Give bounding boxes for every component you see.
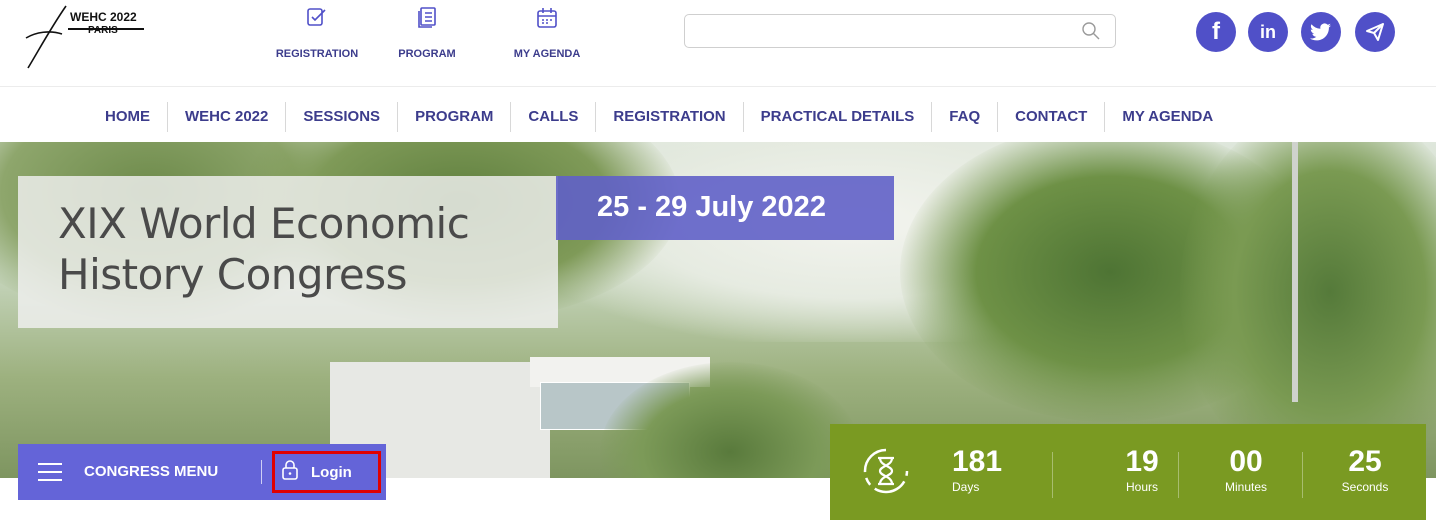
- quick-link-program-label: PROGRAM: [398, 48, 456, 60]
- countdown-seconds: 25 Seconds: [1320, 446, 1410, 496]
- nav-practical-details[interactable]: PRACTICAL DETAILS: [744, 102, 933, 132]
- search-box[interactable]: [684, 14, 1116, 48]
- countdown-hours: 19 Hours: [1092, 446, 1192, 496]
- program-icon: [417, 0, 437, 36]
- countdown-days: 181 Days: [952, 446, 1052, 496]
- countdown-minutes: 00 Minutes: [1196, 446, 1296, 496]
- countdown-minutes-label: Minutes: [1224, 480, 1268, 494]
- lock-icon: [281, 459, 299, 485]
- quick-link-my-agenda[interactable]: MY AGENDA: [502, 0, 592, 60]
- hero-title: XIX World Economic History Congress: [58, 198, 470, 300]
- countdown-minutes-value: 00: [1229, 445, 1263, 478]
- quick-link-my-agenda-label: MY AGENDA: [513, 48, 581, 60]
- header-divider: [0, 86, 1436, 87]
- nav-calls[interactable]: CALLS: [511, 102, 597, 132]
- logo-title: WEHC 2022: [70, 10, 137, 24]
- quick-link-registration[interactable]: REGISTRATION: [272, 0, 362, 60]
- search-icon[interactable]: [1081, 21, 1101, 46]
- countdown-seconds-label: Seconds: [1341, 480, 1389, 494]
- countdown-hours-label: Hours: [1125, 480, 1158, 494]
- countdown-seconds-value: 25: [1348, 445, 1382, 478]
- countdown-panel: 181 Days 19 Hours 00 Minutes 25 Seconds: [830, 424, 1426, 520]
- countdown-days-label: Days: [952, 480, 980, 494]
- congress-menu-bar: CONGRESS MENU Login: [18, 444, 386, 500]
- nav-faq[interactable]: FAQ: [932, 102, 999, 132]
- hero-title-line-1: XIX World Economic: [58, 199, 470, 248]
- wehc-logo[interactable]: WEHC 2022 PARIS: [22, 4, 172, 70]
- linkedin-icon[interactable]: in: [1248, 12, 1288, 52]
- nav-my-agenda[interactable]: MY AGENDA: [1105, 102, 1230, 132]
- quick-link-program[interactable]: PROGRAM: [392, 0, 462, 60]
- hamburger-menu-icon[interactable]: [38, 463, 62, 481]
- quick-link-registration-label: REGISTRATION: [275, 48, 359, 60]
- nav-registration[interactable]: REGISTRATION: [596, 102, 744, 132]
- bar-separator: [261, 460, 262, 484]
- event-dates: 25 - 29 July 2022: [597, 191, 826, 223]
- login-label: Login: [311, 463, 352, 481]
- twitter-icon[interactable]: [1301, 12, 1341, 52]
- search-input[interactable]: [695, 19, 1075, 43]
- hero-title-line-2: History Congress: [58, 250, 408, 299]
- nav-sessions[interactable]: SESSIONS: [286, 102, 399, 132]
- nav-program[interactable]: PROGRAM: [398, 102, 512, 132]
- hero-title-box: XIX World Economic History Congress: [18, 176, 558, 328]
- hourglass-timer-icon: [858, 446, 914, 501]
- facebook-icon[interactable]: f: [1196, 12, 1236, 52]
- countdown-days-value: 181: [952, 445, 1003, 478]
- congress-menu-button[interactable]: CONGRESS MENU: [84, 463, 218, 480]
- registration-icon: [306, 0, 328, 36]
- page: WEHC 2022 PARIS REGISTRATION PROGRAM MY …: [0, 0, 1436, 520]
- nav-wehc-2022[interactable]: WEHC 2022: [168, 102, 287, 132]
- nav-home[interactable]: HOME: [88, 102, 168, 132]
- telegram-icon[interactable]: [1355, 12, 1395, 52]
- nav-contact[interactable]: CONTACT: [998, 102, 1106, 132]
- login-button[interactable]: Login: [272, 451, 381, 493]
- logo-subtitle: PARIS: [88, 25, 118, 36]
- main-nav: HOME WEHC 2022 SESSIONS PROGRAM CALLS RE…: [88, 100, 1230, 134]
- calendar-icon: [536, 0, 558, 36]
- event-dates-box: 25 - 29 July 2022: [556, 176, 894, 240]
- countdown-hours-value: 19: [1125, 445, 1159, 478]
